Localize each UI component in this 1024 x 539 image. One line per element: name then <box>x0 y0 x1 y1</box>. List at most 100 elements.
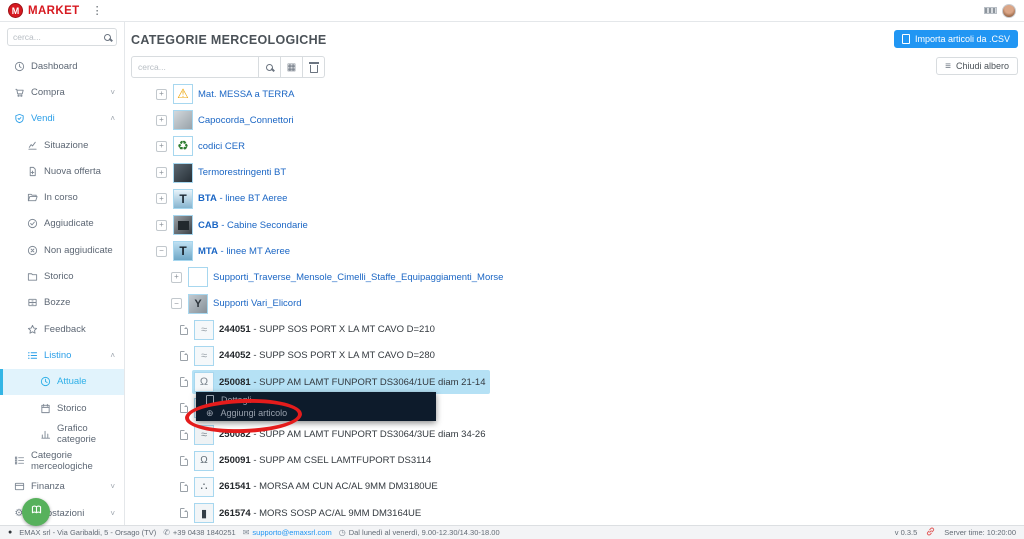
category-link[interactable]: Supporti_Traverse_Mensole_Cimelli_Staffe… <box>186 265 508 289</box>
status-dot-icon: ● <box>8 529 13 536</box>
article-text: - SUPP AM LAMT FUNPORT DS3064/1UE diam 2… <box>250 376 486 388</box>
sidebar-search <box>7 28 117 46</box>
category-label: BTA - linee BT Aeree <box>198 193 287 204</box>
expand-toggle[interactable]: + <box>156 88 167 100</box>
x-circle-icon <box>26 245 38 256</box>
sidebar-item-label: Finanza <box>31 481 65 493</box>
tree-toolbar: ▦ <box>131 56 1016 78</box>
sidebar-item-label: Listino <box>44 349 72 361</box>
article-file-icon <box>180 429 188 440</box>
sidebar-item-storico[interactable]: Storico <box>0 263 124 289</box>
category-link[interactable]: codici CER <box>171 134 250 158</box>
kebab-menu-icon[interactable]: ⋮ <box>92 4 103 17</box>
sidebar-item-in-corso[interactable]: In corso <box>0 184 124 210</box>
category-label: Termorestringenti BT <box>198 167 286 178</box>
sidebar-item-listino[interactable]: Listino ˄ <box>0 342 124 368</box>
details-file-icon <box>206 394 214 405</box>
article-link[interactable]: 250091 - SUPP AM CSEL LAMTFUPORT DS3114 <box>192 449 436 473</box>
article-label: 244052 - SUPP SOS PORT X LA MT CAVO D=28… <box>219 350 435 361</box>
sidebar-item-grafico-categorie[interactable]: Grafico categorie <box>0 421 124 447</box>
expand-toggle[interactable]: + <box>156 167 167 179</box>
expand-toggle[interactable]: − <box>171 298 182 310</box>
sidebar-item-feedback[interactable]: Feedback <box>0 316 124 342</box>
article-link[interactable]: 244052 - SUPP SOS PORT X LA MT CAVO D=28… <box>192 344 440 368</box>
article-link[interactable]: 250082 - SUPP AM LAMT FUNPORT DS3064/3UE… <box>192 423 490 447</box>
sidebar-item-bozze[interactable]: Bozze <box>0 290 124 316</box>
article-link[interactable]: 261574 - MORS SOSP AC/AL 9MM DM3164UE <box>192 501 426 525</box>
expand-toggle[interactable]: + <box>156 193 167 205</box>
tree-row: 261574 - MORS SOSP AC/AL 9MM DM3164UE <box>180 500 1016 525</box>
category-link[interactable]: BTA - linee BT Aeree <box>171 187 292 211</box>
category-thumbnail <box>173 241 193 262</box>
category-link[interactable]: Capocorda_Connettori <box>171 108 299 132</box>
chevron-down-icon: ˅ <box>110 87 115 97</box>
import-csv-button[interactable]: Importa articoli da .CSV <box>893 30 1018 48</box>
sidebar-item-impostazioni[interactable]: ⚙ Impostazioni ˅ <box>0 500 124 526</box>
category-link[interactable]: Termorestringenti BT <box>171 161 291 185</box>
expand-toggle[interactable]: + <box>156 114 167 126</box>
article-code: 250091 <box>219 455 251 467</box>
footer-company: EMAX srl - Via Garibaldi, 5 - Orsago (TV… <box>19 528 157 537</box>
article-file-icon <box>180 508 188 519</box>
sidebar-item-storico-listino[interactable]: Storico <box>0 395 124 421</box>
article-thumbnail <box>194 450 214 471</box>
article-thumbnail <box>194 372 214 393</box>
tree-clear-button[interactable] <box>303 56 325 78</box>
article-link[interactable]: 244051 - SUPP SOS PORT X LA MT CAVO D=21… <box>192 318 440 342</box>
footer-email-link[interactable]: supporto@emaxsrl.com <box>252 528 331 537</box>
expand-toggle[interactable]: − <box>156 245 167 257</box>
article-thumbnail <box>194 424 214 445</box>
category-thumbnail <box>173 84 193 105</box>
category-label: Supporti Vari_Elicord <box>213 298 302 309</box>
footer-hours: Dal lunedì al venerdì, 9.00-12.30/14.30-… <box>348 528 500 537</box>
category-thumbnail <box>188 293 208 314</box>
sidebar-item-nuova-offerta[interactable]: Nuova offerta <box>0 158 124 184</box>
collapse-tree-button[interactable]: ≡ Chiudi albero <box>936 57 1018 75</box>
expand-toggle[interactable]: + <box>171 271 182 283</box>
finance-card-icon <box>13 481 25 492</box>
sidebar-item-situazione[interactable]: Situazione <box>0 132 124 158</box>
sidebar-item-categorie-merceologiche[interactable]: Categorie merceologiche <box>0 447 124 473</box>
article-label: 250081 - SUPP AM LAMT FUNPORT DS3064/1UE… <box>219 377 485 388</box>
sidebar-item-non-aggiudicate[interactable]: Non aggiudicate <box>0 237 124 263</box>
shield-check-icon <box>13 113 25 124</box>
sidebar-item-vendi[interactable]: Vendi ˄ <box>0 106 124 132</box>
context-menu-item-aggiungi-articolo[interactable]: ⊕ Aggiungi articolo <box>196 407 436 421</box>
sidebar-item-label: Dashboard <box>31 60 78 72</box>
context-menu-item-dettagli[interactable]: Dettagli <box>196 393 436 407</box>
article-label: 250091 - SUPP AM CSEL LAMTFUPORT DS3114 <box>219 455 431 466</box>
tree-row: + Termorestringenti BT <box>156 160 1016 186</box>
category-thumbnail <box>173 188 193 209</box>
tree-search-button[interactable] <box>259 56 281 78</box>
article-link-selected[interactable]: 250081 - SUPP AM LAMT FUNPORT DS3064/1UE… <box>192 370 491 395</box>
expand-toggle[interactable]: + <box>156 219 167 231</box>
sidebar-item-finanza[interactable]: Finanza ˅ <box>0 474 124 500</box>
category-link[interactable]: MTA - linee MT Aeree <box>171 239 295 263</box>
article-text: - SUPP AM CSEL LAMTFUPORT DS3114 <box>250 455 432 467</box>
article-label: 261541 - MORSA AM CUN AC/AL 9MM DM3180UE <box>219 481 438 492</box>
article-code: 250082 <box>219 429 251 441</box>
tree-grid-view-button[interactable]: ▦ <box>281 56 303 78</box>
sidebar-item-attuale[interactable]: Attuale <box>0 368 124 395</box>
category-link[interactable]: Supporti Vari_Elicord <box>186 292 307 316</box>
file-plus-icon <box>26 166 38 177</box>
sidebar-item-label: Categorie merceologiche <box>31 449 93 472</box>
avatar[interactable] <box>1002 3 1016 18</box>
category-code: MTA <box>198 245 218 257</box>
article-file-icon <box>180 377 188 388</box>
article-thumbnail <box>194 319 214 340</box>
article-thumbnail <box>194 503 214 524</box>
help-fab-button[interactable] <box>22 498 50 526</box>
expand-toggle[interactable]: + <box>156 140 167 152</box>
sidebar-search-input[interactable] <box>13 32 104 42</box>
category-label: Capocorda_Connettori <box>198 115 294 126</box>
sidebar-item-aggiudicate[interactable]: Aggiudicate <box>0 211 124 237</box>
sidebar-item-dashboard[interactable]: Dashboard <box>0 53 124 79</box>
sidebar-item-compra[interactable]: Compra ˅ <box>0 79 124 105</box>
article-link[interactable]: 261541 - MORSA AM CUN AC/AL 9MM DM3180UE <box>192 475 443 499</box>
category-link[interactable]: CAB - Cabine Secondarie <box>171 213 313 237</box>
category-link[interactable]: Mat. MESSA a TERRA <box>171 82 299 106</box>
tree-search-input[interactable] <box>131 56 259 78</box>
sidebar-item-label: Aggiudicate <box>44 218 94 230</box>
article-code: 261541 <box>219 481 251 493</box>
